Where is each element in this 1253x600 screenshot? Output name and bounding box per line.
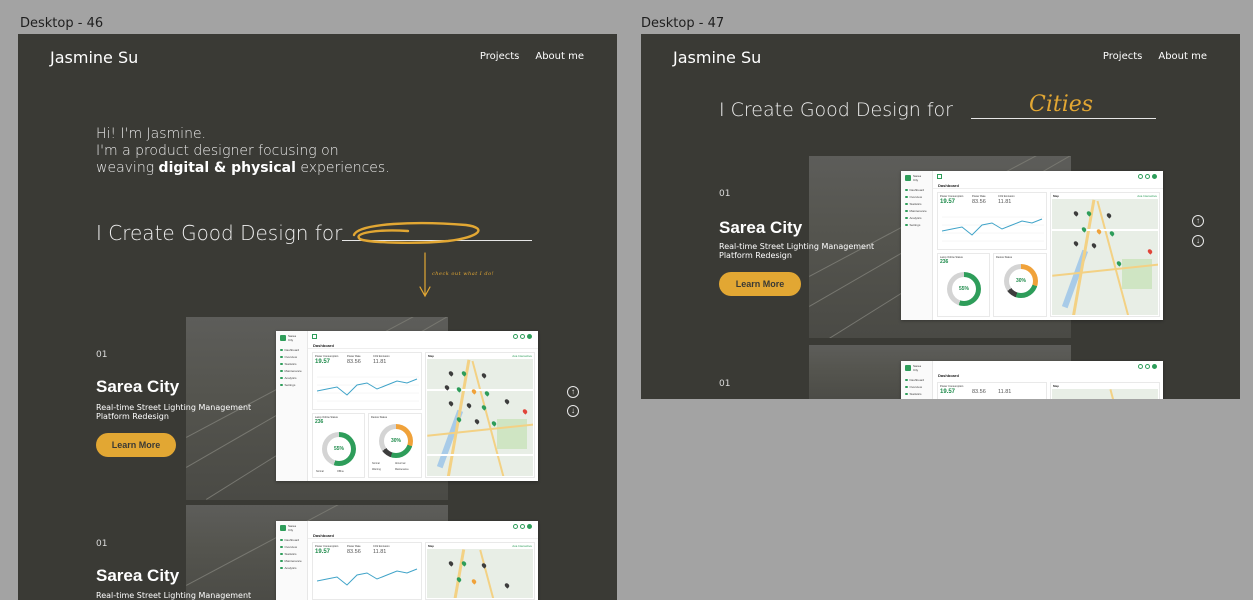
scroll-up-arrow-icon[interactable]: ↑ <box>1192 215 1204 227</box>
frame-label-desktop-46: Desktop - 46 <box>20 16 104 31</box>
dash-side-item[interactable]: Overview <box>280 355 297 359</box>
desktop-46-frame: Jasmine Su Projects About me Hi! I'm Jas… <box>18 34 617 600</box>
learn-more-button[interactable]: Learn More <box>719 272 801 296</box>
power-line-chart <box>317 568 418 586</box>
dashboard-mockup: Sarea City Dashboard Overview Statistics … <box>901 171 1163 320</box>
project-title: Sarea City <box>96 377 180 396</box>
nav-about-link[interactable]: About me <box>535 51 584 62</box>
map-card: Map Ava Interactive <box>425 352 535 478</box>
dash-side-item[interactable]: Statistics <box>905 202 922 206</box>
intro-line-1: Hi! I'm Jasmine. <box>96 126 207 142</box>
intro-text: Hi! I'm Jasmine. I'm a product designer … <box>96 126 390 177</box>
dashboard-title: Dashboard <box>313 343 334 348</box>
settings-icon <box>520 334 525 339</box>
site-brand[interactable]: Jasmine Su <box>50 48 138 67</box>
dashboard-topbar <box>308 342 538 349</box>
frame-label-desktop-47: Desktop - 47 <box>641 16 725 31</box>
power-line-chart <box>942 216 1044 242</box>
scroll-up-arrow-icon[interactable]: ↑ <box>567 386 579 398</box>
site-nav: Projects About me <box>480 51 584 62</box>
scroll-down-arrow-icon[interactable]: ↓ <box>567 405 579 417</box>
dash-menu-icon[interactable] <box>312 334 317 339</box>
dash-side-item[interactable]: Settings <box>280 383 295 387</box>
check-out-hint: check out what I do! <box>432 271 495 277</box>
project-number: 01 <box>719 189 731 199</box>
dash-side-item[interactable]: Analytics <box>280 376 297 380</box>
dash-side-item[interactable]: Statistics <box>280 362 297 366</box>
dash-side-item[interactable]: Dashboard <box>905 378 924 382</box>
dash-side-item[interactable]: Overview <box>905 195 922 199</box>
nav-about-link[interactable]: About me <box>1158 51 1207 62</box>
lamp-status-card: Lamp Online Status 236 55% Normal Offlin… <box>312 413 365 478</box>
power-value: 19.57 <box>315 359 331 365</box>
dash-side-item[interactable]: Dashboard <box>280 538 299 542</box>
dash-side-item[interactable]: Settings <box>905 223 920 227</box>
dashboard-logo-icon <box>280 335 286 341</box>
dash-side-item[interactable]: Dashboard <box>905 188 924 192</box>
dash-side-item[interactable]: Dashboard <box>280 348 299 352</box>
learn-more-button[interactable]: Learn More <box>96 433 176 457</box>
scribble-loop-graphic <box>352 221 480 298</box>
dash-side-item[interactable]: Maintenance <box>280 559 302 563</box>
dash-top-icons[interactable] <box>513 334 532 339</box>
headline-text: I Create Good Design for <box>96 221 343 245</box>
intro-line-2: I'm a product designer focusing on <box>96 143 339 159</box>
project-subtitle: Real-time Street Lighting Management Pla… <box>719 242 875 260</box>
desktop-47-frame: Jasmine Su Projects About me I Create Go… <box>641 34 1240 399</box>
project-number: 01 <box>96 539 108 549</box>
project-number: 01 <box>96 350 108 360</box>
dash-side-item[interactable]: Overview <box>280 545 297 549</box>
dashboard-sidebar <box>276 331 308 481</box>
nav-projects-link[interactable]: Projects <box>480 51 519 62</box>
scroll-down-arrow-icon[interactable]: ↓ <box>1192 235 1204 247</box>
dash-menu-icon[interactable] <box>937 174 942 179</box>
dash-side-item[interactable]: Analytics <box>905 216 922 220</box>
site-brand[interactable]: Jasmine Su <box>673 48 761 67</box>
dash-side-item[interactable]: Maintenance <box>280 369 302 373</box>
dashboard-logo-icon <box>905 175 911 181</box>
dash-side-item[interactable]: Maintenance <box>905 209 927 213</box>
power-card: Power Consumption 19.57 Power Rate 83.56… <box>312 352 422 410</box>
dashboard-mockup: Sarea City Dashboard Overview Statistics … <box>276 521 538 600</box>
dashboard-mockup: Sarea City Dashboard Overview Statistics … <box>276 331 538 481</box>
intro-highlight: digital & physical <box>158 160 296 176</box>
project-subtitle: Real-time Street Lighting Management <box>96 591 252 600</box>
street-map[interactable] <box>427 549 533 598</box>
dashboard-mockup: Sarea City Dashboard Overview Statistics … <box>901 361 1163 399</box>
project-number: 01 <box>719 379 731 389</box>
headline-text: I Create Good Design for <box>719 99 953 121</box>
dashboard-logo-icon <box>280 525 286 531</box>
power-line-chart <box>317 376 419 402</box>
project-title: Sarea City <box>96 566 180 585</box>
dash-top-icons[interactable] <box>1138 174 1157 179</box>
intro-line-3: weaving digital & physical experiences. <box>96 160 390 176</box>
dashboard-logo-text: Sarea City <box>288 334 297 342</box>
user-avatar-icon <box>527 334 532 339</box>
dash-side-item[interactable]: Statistics <box>905 392 922 396</box>
cities-script-word: Cities <box>1029 92 1094 117</box>
nav-projects-link[interactable]: Projects <box>1103 51 1142 62</box>
street-map[interactable] <box>427 359 533 476</box>
dash-top-icons[interactable] <box>513 524 532 529</box>
headline-underline <box>971 118 1156 119</box>
dash-side-item[interactable]: Statistics <box>280 552 297 556</box>
dash-side-item[interactable]: Overview <box>905 385 922 389</box>
dash-side-item[interactable]: Analytics <box>280 566 297 570</box>
notification-icon <box>513 334 518 339</box>
street-map[interactable] <box>1052 199 1158 315</box>
project-title: Sarea City <box>719 218 803 237</box>
project-subtitle: Real-time Street Lighting Management Pla… <box>96 403 252 421</box>
device-status-card: Device Status 30% Normal Abnormal Warnin… <box>368 413 422 478</box>
site-nav: Projects About me <box>1103 51 1207 62</box>
